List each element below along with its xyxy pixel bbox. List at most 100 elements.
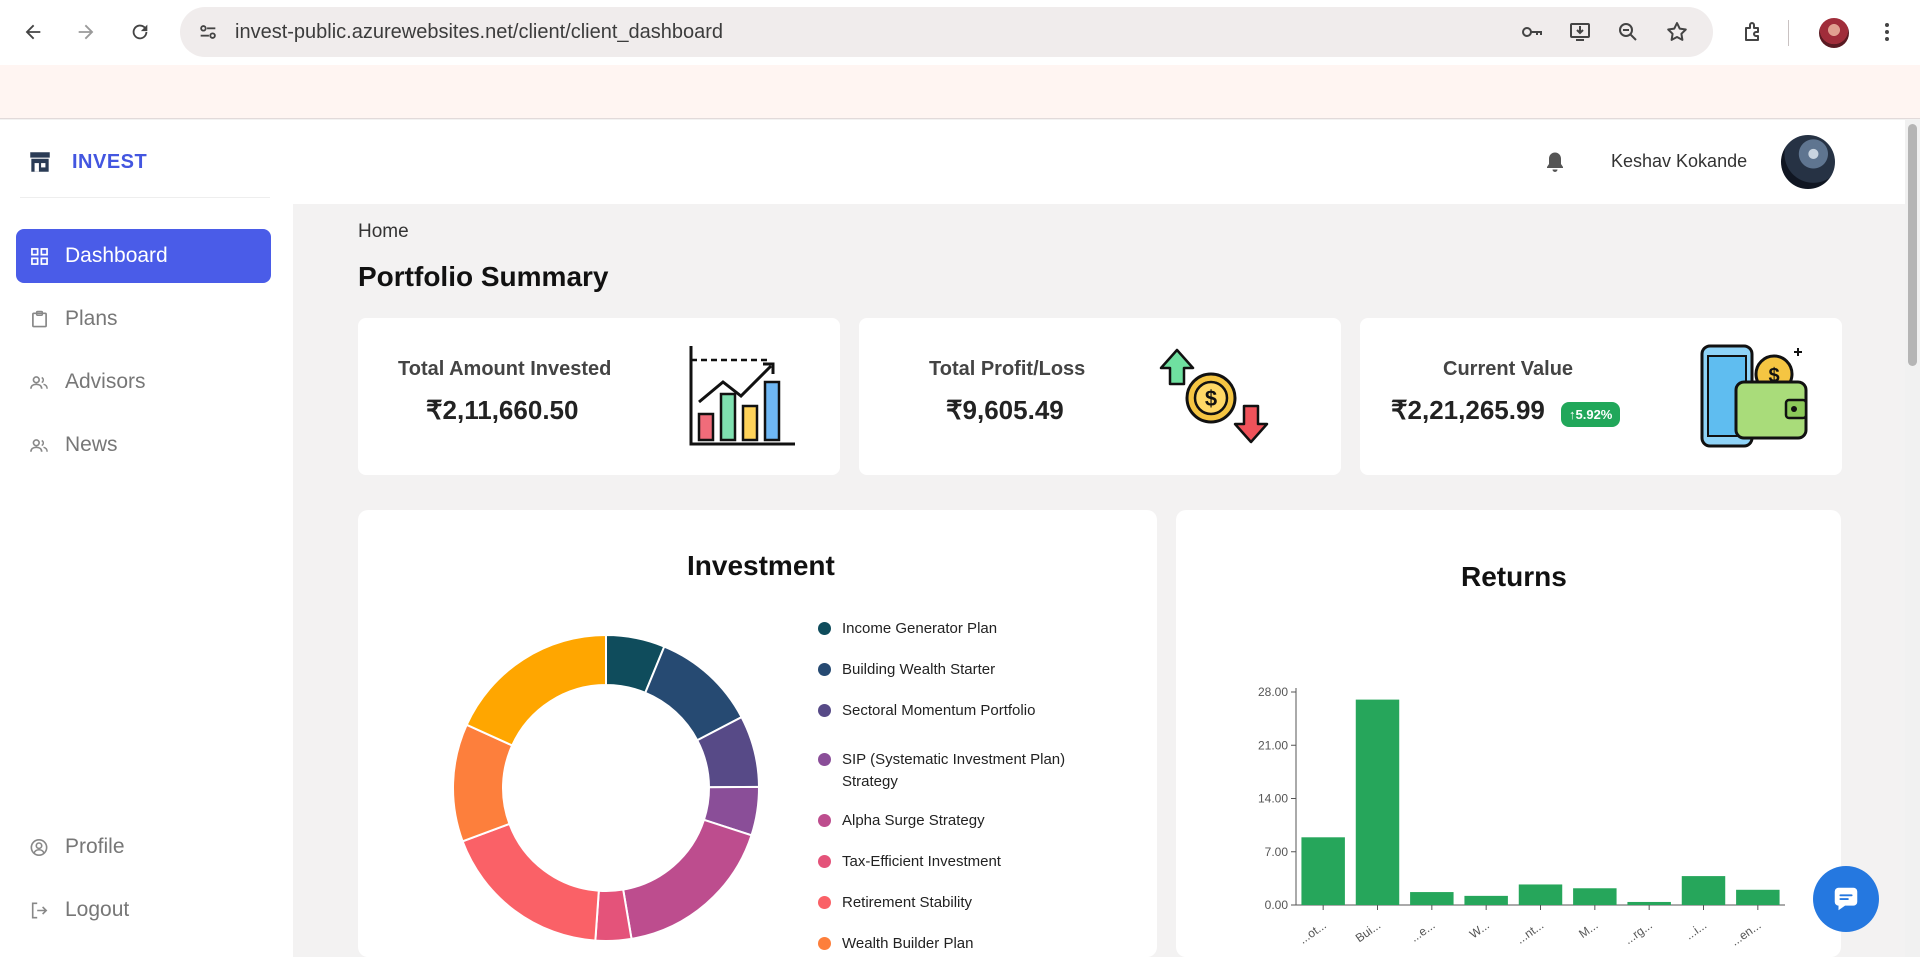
legend-dot bbox=[818, 753, 831, 766]
chat-button[interactable] bbox=[1813, 866, 1879, 932]
address-bar[interactable]: invest-public.azurewebsites.net/client/c… bbox=[180, 7, 1713, 57]
returns-bar[interactable] bbox=[1464, 895, 1508, 905]
y-tick-label: 28.00 bbox=[1258, 685, 1288, 699]
x-tick-label: W... bbox=[1467, 918, 1492, 941]
legend-item[interactable]: Tax-Efficient Investment bbox=[818, 853, 1118, 873]
legend-item[interactable]: SIP (Systematic Investment Plan) Strateg… bbox=[818, 751, 1118, 793]
legend-item[interactable]: Building Wealth Starter bbox=[818, 661, 1118, 681]
y-tick-label: 0.00 bbox=[1265, 898, 1289, 912]
page-title: Portfolio Summary bbox=[358, 261, 609, 292]
reload-icon[interactable] bbox=[122, 14, 158, 50]
sidebar-item-advisors[interactable]: Advisors bbox=[16, 355, 271, 409]
card-value: ₹2,21,265.99 bbox=[1391, 395, 1545, 425]
card-value: ₹9,605.49 bbox=[946, 395, 1064, 425]
current-value-card: Current Value ₹2,21,265.99 ↑5.92% $ bbox=[1360, 318, 1842, 475]
x-tick-label: ...en... bbox=[1728, 918, 1763, 949]
zoom-icon[interactable] bbox=[1614, 18, 1642, 46]
legend-label: Wealth Builder Plan bbox=[842, 935, 974, 952]
svg-text:$: $ bbox=[1205, 386, 1217, 411]
x-tick-label: ...ot... bbox=[1296, 918, 1329, 947]
returns-bar[interactable] bbox=[1355, 699, 1400, 905]
chat-bubble-icon bbox=[1834, 887, 1858, 911]
notification-bell-icon[interactable] bbox=[1543, 150, 1567, 174]
legend-item[interactable]: Wealth Builder Plan bbox=[818, 935, 1118, 955]
legend-label: Building Wealth Starter bbox=[842, 661, 996, 678]
brand[interactable]: INVEST bbox=[27, 149, 147, 175]
returns-bar[interactable] bbox=[1627, 901, 1671, 905]
sidebar-item-dashboard[interactable]: Dashboard bbox=[16, 229, 271, 283]
legend-label: Retirement Stability bbox=[842, 894, 973, 911]
legend-label: Alpha Surge Strategy bbox=[842, 812, 985, 829]
sidebar-item-logout[interactable]: Logout bbox=[16, 883, 271, 937]
toolbar-divider bbox=[1788, 20, 1789, 46]
returns-bar[interactable] bbox=[1301, 837, 1345, 905]
sidebar-item-label: Logout bbox=[65, 898, 130, 921]
legend-dot bbox=[818, 855, 831, 868]
legend-dot bbox=[818, 622, 831, 635]
legend-label: Tax-Efficient Investment bbox=[842, 853, 1001, 870]
brand-divider bbox=[20, 197, 270, 198]
avatar[interactable] bbox=[1781, 135, 1835, 189]
more-menu-icon[interactable] bbox=[1872, 17, 1902, 47]
bookmark-star-icon[interactable] bbox=[1663, 18, 1691, 46]
key-icon[interactable] bbox=[1518, 18, 1546, 46]
returns-bar[interactable] bbox=[1736, 889, 1780, 905]
user-circle-icon bbox=[30, 838, 48, 856]
x-tick-label: ...nt... bbox=[1514, 918, 1547, 947]
legend-item[interactable]: Alpha Surge Strategy bbox=[818, 812, 1118, 832]
legend-item[interactable]: Retirement Stability bbox=[818, 894, 1118, 914]
user-name[interactable]: Keshav Kokande bbox=[1611, 151, 1747, 172]
breadcrumb[interactable]: Home bbox=[358, 221, 409, 243]
total-profit-loss-card: Total Profit/Loss ₹9,605.49 $ bbox=[859, 318, 1341, 475]
grid-icon bbox=[30, 247, 48, 265]
growth-badge: ↑5.92% bbox=[1561, 402, 1621, 427]
browser-profile-avatar[interactable] bbox=[1819, 18, 1849, 48]
forward-icon[interactable] bbox=[68, 14, 104, 50]
sidebar-item-plans[interactable]: Plans bbox=[16, 292, 271, 346]
y-tick-label: 7.00 bbox=[1265, 845, 1289, 859]
page-scrollbar[interactable] bbox=[1905, 120, 1920, 957]
users-icon bbox=[30, 373, 48, 391]
bar-chart-growth-icon bbox=[689, 346, 795, 446]
panel-title: Investment bbox=[687, 550, 835, 581]
returns-bar[interactable] bbox=[1410, 892, 1454, 905]
back-icon[interactable] bbox=[15, 14, 51, 50]
donut-slice[interactable] bbox=[622, 818, 753, 941]
url-text[interactable]: invest-public.azurewebsites.net/client/c… bbox=[235, 21, 723, 44]
legend-dot bbox=[818, 663, 831, 676]
donut-slice[interactable] bbox=[461, 822, 600, 942]
brand-name: INVEST bbox=[72, 150, 148, 173]
browser-bar-strip bbox=[0, 65, 1920, 119]
x-tick-label: M... bbox=[1576, 918, 1600, 941]
y-tick-label: 21.00 bbox=[1258, 738, 1288, 752]
sidebar-item-profile[interactable]: Profile bbox=[16, 820, 271, 874]
sidebar-item-label: Plans bbox=[65, 307, 118, 330]
sidebar-item-news[interactable]: News bbox=[16, 418, 271, 472]
users-icon bbox=[30, 436, 48, 454]
x-tick-label: ...e... bbox=[1408, 918, 1438, 945]
logout-icon bbox=[30, 901, 48, 919]
sidebar: INVEST Dashboard Plans Advisors News Pro… bbox=[0, 120, 293, 957]
legend-dot bbox=[818, 896, 831, 909]
install-app-icon[interactable] bbox=[1566, 18, 1594, 46]
sidebar-item-label: Dashboard bbox=[65, 244, 168, 267]
scrollbar-thumb[interactable] bbox=[1908, 124, 1917, 366]
x-tick-label: Bui... bbox=[1353, 918, 1383, 945]
legend-item[interactable]: Income Generator Plan bbox=[818, 620, 1118, 640]
clipboard-icon bbox=[30, 310, 48, 328]
site-settings-icon[interactable] bbox=[194, 18, 222, 46]
returns-bar[interactable] bbox=[1681, 876, 1726, 905]
total-invested-card: Total Amount Invested ₹2,11,660.50 bbox=[358, 318, 840, 475]
card-label: Total Profit/Loss bbox=[929, 358, 1086, 380]
legend-label: SIP (Systematic Investment Plan) Strateg… bbox=[842, 751, 1066, 790]
legend-dot bbox=[818, 704, 831, 717]
browser-toolbar: invest-public.azurewebsites.net/client/c… bbox=[0, 0, 1920, 65]
returns-bar[interactable] bbox=[1518, 884, 1563, 905]
returns-bar[interactable] bbox=[1573, 888, 1617, 905]
panel-title: Returns bbox=[1461, 561, 1567, 592]
legend-item[interactable]: Sectoral Momentum Portfolio bbox=[818, 702, 1118, 722]
y-tick-label: 14.00 bbox=[1258, 792, 1288, 806]
extensions-icon[interactable] bbox=[1738, 17, 1768, 47]
donut-slice[interactable] bbox=[465, 633, 607, 747]
x-tick-label: ...i... bbox=[1683, 918, 1710, 942]
